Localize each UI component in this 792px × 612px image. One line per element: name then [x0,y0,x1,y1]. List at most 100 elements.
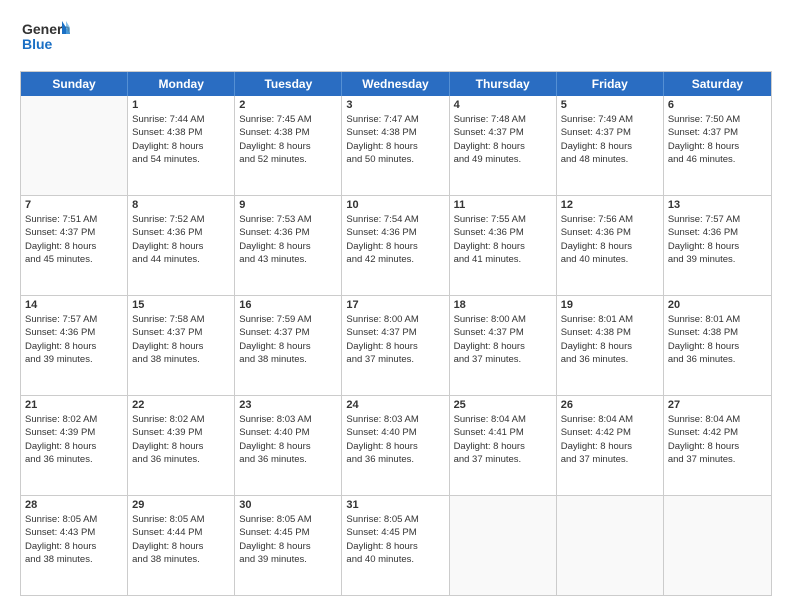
calendar-cell: 9 Sunrise: 7:53 AM Sunset: 4:36 PM Daylig… [235,196,342,295]
calendar-body: 1 Sunrise: 7:44 AM Sunset: 4:38 PM Daylig… [21,96,771,595]
day-number: 28 [25,499,123,511]
day-number: 31 [346,499,444,511]
day-number: 22 [132,399,230,411]
calendar-cell: 28 Sunrise: 8:05 AM Sunset: 4:43 PM Dayli… [21,496,128,595]
day-number: 18 [454,299,552,311]
day-number: 17 [346,299,444,311]
calendar-cell: 26Sunrise: 8:04 AM Sunset: 4:42 PM Dayli… [557,396,664,495]
calendar-cell: 2 Sunrise: 7:45 AM Sunset: 4:38 PM Daylig… [235,96,342,195]
calendar-cell: 24 Sunrise: 8:03 AM Sunset: 4:40 PM Dayli… [342,396,449,495]
calendar-header: SundayMondayTuesdayWednesdayThursdayFrid… [21,72,771,96]
calendar-cell: 19Sunrise: 8:01 AM Sunset: 4:38 PM Dayli… [557,296,664,395]
cell-info: Sunrise: 7:48 AM Sunset: 4:37 PM Dayligh… [454,113,552,166]
day-number: 21 [25,399,123,411]
day-number: 9 [239,199,337,211]
day-number: 4 [454,99,552,111]
cell-info: Sunrise: 7:54 AM Sunset: 4:36 PM Dayligh… [346,213,444,266]
cell-info: Sunrise: 7:58 AM Sunset: 4:37 PM Dayligh… [132,313,230,366]
cell-info: Sunrise: 7:52 AM Sunset: 4:36 PM Dayligh… [132,213,230,266]
cell-info: Sunrise: 8:04 AM Sunset: 4:42 PM Dayligh… [561,413,659,466]
day-number: 27 [668,399,767,411]
day-number: 1 [132,99,230,111]
day-number: 7 [25,199,123,211]
calendar-cell: 18 Sunrise: 8:00 AM Sunset: 4:37 PM Dayli… [450,296,557,395]
calendar-cell: 7 Sunrise: 7:51 AM Sunset: 4:37 PM Daylig… [21,196,128,295]
weekday-header: Wednesday [342,72,449,96]
cell-info: Sunrise: 7:49 AM Sunset: 4:37 PM Dayligh… [561,113,659,166]
calendar-week-row: 21 Sunrise: 8:02 AM Sunset: 4:39 PM Dayli… [21,395,771,495]
cell-info: Sunrise: 7:53 AM Sunset: 4:36 PM Dayligh… [239,213,337,266]
day-number: 11 [454,199,552,211]
day-number: 16 [239,299,337,311]
svg-text:Blue: Blue [22,36,53,52]
weekday-header: Friday [557,72,664,96]
calendar-cell: 13Sunrise: 7:57 AM Sunset: 4:36 PM Dayli… [664,196,771,295]
weekday-header: Sunday [21,72,128,96]
cell-info: Sunrise: 8:04 AM Sunset: 4:42 PM Dayligh… [668,413,767,466]
cell-info: Sunrise: 8:01 AM Sunset: 4:38 PM Dayligh… [668,313,767,366]
calendar-cell: 21 Sunrise: 8:02 AM Sunset: 4:39 PM Dayli… [21,396,128,495]
cell-info: Sunrise: 7:55 AM Sunset: 4:36 PM Dayligh… [454,213,552,266]
day-number: 24 [346,399,444,411]
calendar-week-row: 28 Sunrise: 8:05 AM Sunset: 4:43 PM Dayli… [21,495,771,595]
calendar-cell: 3Sunrise: 7:47 AM Sunset: 4:38 PM Daylig… [342,96,449,195]
calendar-cell: 31 Sunrise: 8:05 AM Sunset: 4:45 PM Dayli… [342,496,449,595]
calendar-cell [21,96,128,195]
cell-info: Sunrise: 8:03 AM Sunset: 4:40 PM Dayligh… [239,413,337,466]
day-number: 25 [454,399,552,411]
cell-info: Sunrise: 7:45 AM Sunset: 4:38 PM Dayligh… [239,113,337,166]
calendar-week-row: 7 Sunrise: 7:51 AM Sunset: 4:37 PM Daylig… [21,195,771,295]
calendar-week-row: 14Sunrise: 7:57 AM Sunset: 4:36 PM Dayli… [21,295,771,395]
day-number: 6 [668,99,767,111]
calendar: SundayMondayTuesdayWednesdayThursdayFrid… [20,71,772,596]
logo: General Blue [20,16,70,61]
calendar-cell: 27 Sunrise: 8:04 AM Sunset: 4:42 PM Dayli… [664,396,771,495]
day-number: 29 [132,499,230,511]
calendar-cell: 12 Sunrise: 7:56 AM Sunset: 4:36 PM Dayli… [557,196,664,295]
weekday-header: Thursday [450,72,557,96]
calendar-cell: 23 Sunrise: 8:03 AM Sunset: 4:40 PM Dayli… [235,396,342,495]
calendar-cell: 29 Sunrise: 8:05 AM Sunset: 4:44 PM Dayli… [128,496,235,595]
calendar-cell [450,496,557,595]
day-number: 20 [668,299,767,311]
cell-info: Sunrise: 8:00 AM Sunset: 4:37 PM Dayligh… [454,313,552,366]
cell-info: Sunrise: 8:05 AM Sunset: 4:44 PM Dayligh… [132,513,230,566]
cell-info: Sunrise: 7:50 AM Sunset: 4:37 PM Dayligh… [668,113,767,166]
cell-info: Sunrise: 8:05 AM Sunset: 4:45 PM Dayligh… [346,513,444,566]
cell-info: Sunrise: 8:05 AM Sunset: 4:43 PM Dayligh… [25,513,123,566]
day-number: 2 [239,99,337,111]
day-number: 8 [132,199,230,211]
cell-info: Sunrise: 8:03 AM Sunset: 4:40 PM Dayligh… [346,413,444,466]
cell-info: Sunrise: 8:04 AM Sunset: 4:41 PM Dayligh… [454,413,552,466]
cell-info: Sunrise: 7:56 AM Sunset: 4:36 PM Dayligh… [561,213,659,266]
calendar-cell: 6 Sunrise: 7:50 AM Sunset: 4:37 PM Daylig… [664,96,771,195]
page: General Blue SundayMondayTuesdayWednesda… [0,0,792,612]
cell-info: Sunrise: 7:47 AM Sunset: 4:38 PM Dayligh… [346,113,444,166]
cell-info: Sunrise: 8:00 AM Sunset: 4:37 PM Dayligh… [346,313,444,366]
logo-icon: General Blue [20,16,70,56]
cell-info: Sunrise: 7:51 AM Sunset: 4:37 PM Dayligh… [25,213,123,266]
calendar-cell: 15 Sunrise: 7:58 AM Sunset: 4:37 PM Dayli… [128,296,235,395]
calendar-cell: 22Sunrise: 8:02 AM Sunset: 4:39 PM Dayli… [128,396,235,495]
weekday-header: Saturday [664,72,771,96]
cell-info: Sunrise: 7:44 AM Sunset: 4:38 PM Dayligh… [132,113,230,166]
cell-info: Sunrise: 8:01 AM Sunset: 4:38 PM Dayligh… [561,313,659,366]
weekday-header: Tuesday [235,72,342,96]
cell-info: Sunrise: 7:57 AM Sunset: 4:36 PM Dayligh… [668,213,767,266]
day-number: 23 [239,399,337,411]
calendar-cell: 5 Sunrise: 7:49 AM Sunset: 4:37 PM Daylig… [557,96,664,195]
day-number: 15 [132,299,230,311]
cell-info: Sunrise: 8:05 AM Sunset: 4:45 PM Dayligh… [239,513,337,566]
calendar-cell: 4 Sunrise: 7:48 AM Sunset: 4:37 PM Daylig… [450,96,557,195]
calendar-cell: 16Sunrise: 7:59 AM Sunset: 4:37 PM Dayli… [235,296,342,395]
day-number: 5 [561,99,659,111]
day-number: 10 [346,199,444,211]
calendar-cell: 1 Sunrise: 7:44 AM Sunset: 4:38 PM Daylig… [128,96,235,195]
calendar-cell [557,496,664,595]
weekday-header: Monday [128,72,235,96]
calendar-cell: 20 Sunrise: 8:01 AM Sunset: 4:38 PM Dayli… [664,296,771,395]
cell-info: Sunrise: 8:02 AM Sunset: 4:39 PM Dayligh… [25,413,123,466]
calendar-cell: 25 Sunrise: 8:04 AM Sunset: 4:41 PM Dayli… [450,396,557,495]
day-number: 12 [561,199,659,211]
calendar-cell: 11 Sunrise: 7:55 AM Sunset: 4:36 PM Dayli… [450,196,557,295]
